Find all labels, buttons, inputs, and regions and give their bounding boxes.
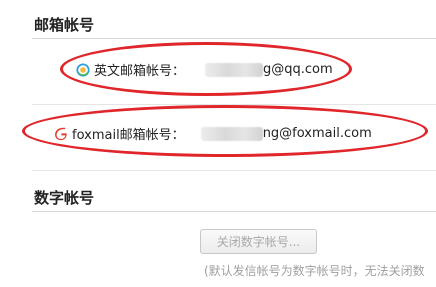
section-divider bbox=[32, 211, 436, 212]
digital-account-note: (默认发信帐号为数字帐号时，无法关闭数 bbox=[204, 264, 425, 278]
email-settings-panel: 邮箱帐号 英文邮箱帐号： g@qq.com foxmail邮箱帐号： ng@fo… bbox=[0, 0, 436, 287]
email-section-title: 邮箱帐号 bbox=[34, 16, 95, 34]
row-divider bbox=[32, 170, 436, 171]
annotation-circle bbox=[22, 105, 428, 157]
digital-section-title: 数字帐号 bbox=[34, 189, 95, 207]
annotation-circle bbox=[60, 42, 352, 96]
close-digital-account-button[interactable]: 关闭数字帐号... bbox=[200, 229, 317, 254]
section-divider bbox=[32, 38, 436, 39]
